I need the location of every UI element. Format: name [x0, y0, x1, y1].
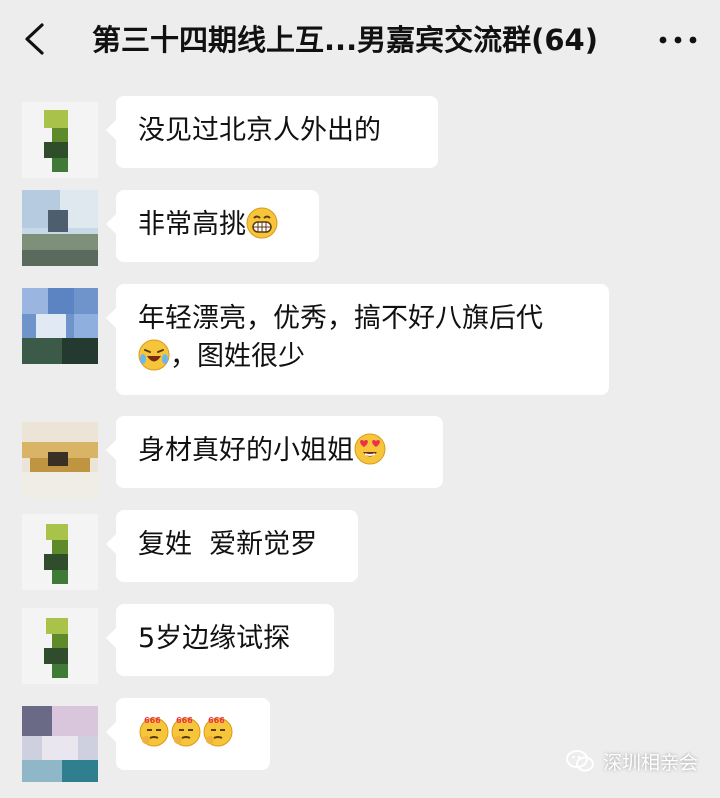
- message-bubble[interactable]: 666 666 666: [106, 698, 270, 770]
- pixelated-avatar-image: [22, 608, 98, 684]
- message-bubble[interactable]: 5岁边缘试探: [106, 604, 334, 676]
- svg-text:666: 666: [208, 716, 225, 725]
- heart-eyes-face-icon: [354, 433, 386, 465]
- pixelated-avatar-image: [22, 706, 98, 782]
- message-text: 没见过北京人外出的: [138, 115, 381, 146]
- svg-text:666: 666: [144, 716, 161, 725]
- message-text: 身材真好的小姐姐: [138, 435, 354, 466]
- avatar[interactable]: [22, 190, 98, 266]
- pixelated-avatar-image: [22, 288, 98, 364]
- chat-header: 第三十四期线上互...男嘉宾交流群(64): [0, 0, 720, 80]
- message-bubble[interactable]: 没见过北京人外出的: [106, 96, 438, 168]
- avatar[interactable]: [22, 422, 98, 498]
- message-text: 5岁边缘试探: [138, 623, 291, 654]
- message-bubble[interactable]: 身材真好的小姐姐: [106, 416, 443, 488]
- watermark-text: 深圳相亲会: [602, 751, 698, 774]
- grin-face-icon: [246, 207, 278, 239]
- pixelated-avatar-image: [22, 514, 98, 590]
- 666-face-icon: 666: [139, 716, 169, 747]
- chat-title: 第三十四期线上互...男嘉宾交流群(64): [92, 23, 598, 57]
- watermark: 深圳相亲会: [565, 746, 698, 776]
- message-bubble[interactable]: 复姓 爱新觉罗: [106, 510, 358, 582]
- message-bubble[interactable]: 年轻漂亮，优秀，搞不好八旗后代 ，图姓很少: [106, 284, 609, 395]
- 666-face-icon: 666: [171, 716, 201, 747]
- message-text-line: 年轻漂亮，优秀，搞不好八旗后代: [138, 303, 543, 334]
- avatar[interactable]: [22, 102, 98, 178]
- chevron-left-icon[interactable]: [22, 22, 48, 56]
- 666-face-icon: 666: [203, 716, 233, 747]
- wechat-icon: [565, 750, 594, 772]
- avatar[interactable]: [22, 288, 98, 364]
- pixelated-avatar-image: [22, 102, 98, 178]
- message-text-line: ，图姓很少: [170, 341, 305, 372]
- svg-text:666: 666: [176, 716, 193, 725]
- avatar[interactable]: [22, 706, 98, 782]
- pixelated-avatar-image: [22, 190, 98, 266]
- message-text: 非常高挑: [138, 209, 246, 240]
- avatar[interactable]: [22, 514, 98, 590]
- more-dots-icon[interactable]: [656, 28, 700, 52]
- avatar[interactable]: [22, 608, 98, 684]
- sweat-laugh-face-icon: [138, 339, 170, 371]
- message-bubble[interactable]: 非常高挑: [106, 190, 319, 262]
- pixelated-avatar-image: [22, 422, 98, 498]
- message-text: 复姓 爱新觉罗: [138, 529, 318, 560]
